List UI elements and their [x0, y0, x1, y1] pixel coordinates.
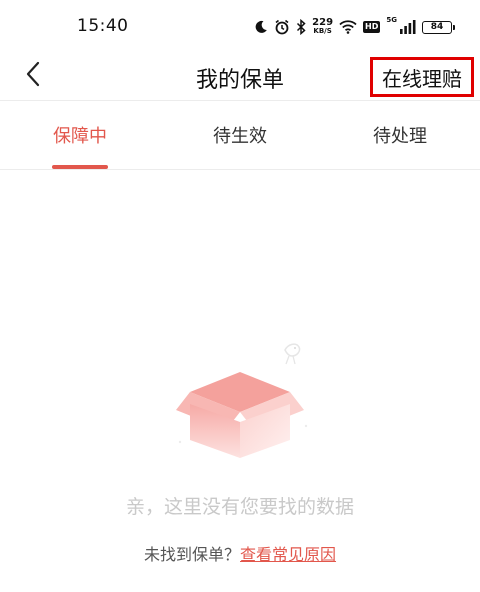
signal-icon	[400, 20, 416, 34]
online-claim-button[interactable]: 在线理赔	[370, 57, 474, 97]
alarm-icon	[274, 19, 290, 35]
nav-bar: 我的保单 在线理赔	[0, 52, 480, 100]
tab-in-force[interactable]: 保障中	[20, 101, 140, 169]
tab-label: 待处理	[373, 126, 427, 147]
open-box-icon	[168, 330, 313, 464]
net-speed-unit: KB/S	[313, 27, 332, 35]
network-type: 5G	[386, 16, 397, 24]
status-time: 15:40	[77, 16, 129, 36]
status-bar: 15:40 229 KB/S HD 5G 84	[0, 0, 480, 52]
net-speed: 229 KB/S	[312, 18, 333, 36]
tab-pending-effective[interactable]: 待生效	[180, 101, 300, 169]
battery-icon: 84	[422, 20, 455, 34]
hd-badge: HD	[363, 21, 381, 33]
moon-icon	[254, 20, 268, 34]
not-found-hint: 未找到保单？查看常见原因	[0, 541, 480, 565]
tab-bar: 保障中 待生效 待处理	[0, 101, 480, 169]
empty-message: 亲，这里没有您要找的数据	[125, 496, 354, 518]
tab-label: 待生效	[213, 126, 267, 147]
view-common-reasons-link[interactable]: 查看常见原因	[240, 545, 336, 564]
hint-prefix: 未找到保单？	[143, 545, 240, 564]
tab-label: 保障中	[53, 126, 107, 147]
status-icons: 229 KB/S HD 5G 84	[254, 14, 455, 40]
bluetooth-icon	[296, 19, 306, 35]
tab-pending-processing[interactable]: 待处理	[340, 101, 460, 169]
wifi-icon	[339, 20, 357, 34]
tabs-divider	[0, 169, 480, 170]
net-speed-value: 229	[312, 17, 334, 28]
battery-level: 84	[430, 22, 444, 32]
